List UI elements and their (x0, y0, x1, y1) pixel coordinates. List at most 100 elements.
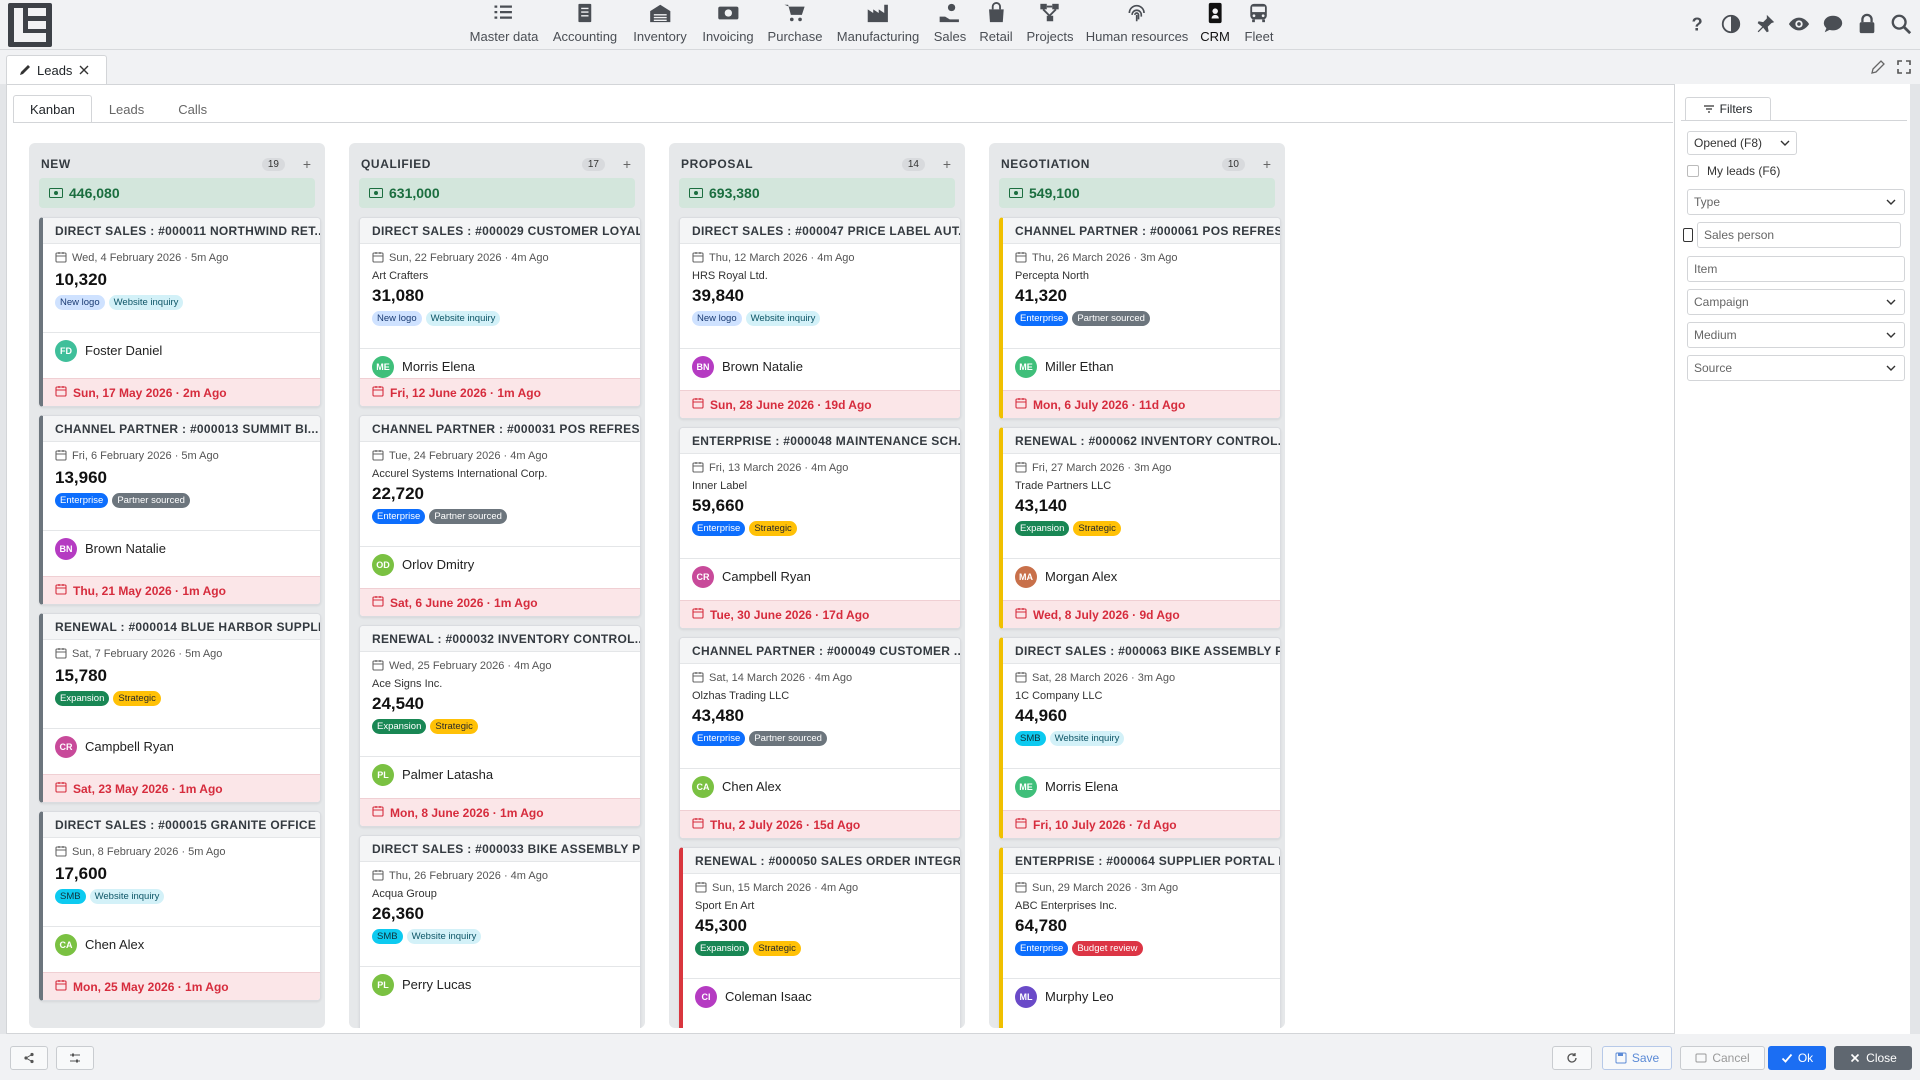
owner-name: Foster Daniel (85, 343, 163, 358)
card-title[interactable]: RENEWAL : #000032 INVENTORY CONTROL... (360, 626, 640, 652)
module-invoicing[interactable]: Invoicing (702, 2, 754, 44)
card-title[interactable]: RENEWAL : #000062 INVENTORY CONTROL... (1003, 428, 1280, 454)
help-icon[interactable]: ? (1686, 13, 1708, 35)
lead-card[interactable]: DIRECT SALES : #000033 BIKE ASSEMBLY PL.… (359, 835, 641, 1028)
card-title[interactable]: DIRECT SALES : #000047 PRICE LABEL AUT..… (680, 218, 960, 244)
module-purchase[interactable]: Purchase (768, 2, 822, 44)
my-leads-checkbox[interactable] (1687, 165, 1699, 177)
card-owner[interactable]: ME Miller Ethan (1003, 348, 1280, 384)
sales-person-input[interactable]: Sales person (1697, 222, 1901, 248)
card-title[interactable]: RENEWAL : #000050 SALES ORDER INTEGR... (683, 848, 960, 874)
card-title[interactable]: DIRECT SALES : #000033 BIKE ASSEMBLY PL.… (360, 836, 640, 862)
module-master-data[interactable]: Master data (470, 2, 538, 44)
card-title[interactable]: DIRECT SALES : #000011 NORTHWIND RET... (43, 218, 320, 244)
module-projects[interactable]: Projects (1027, 2, 1073, 44)
add-card-button[interactable]: + (1261, 156, 1273, 172)
card-owner[interactable]: FD Foster Daniel (43, 332, 320, 368)
card-title[interactable]: ENTERPRISE : #000048 MAINTENANCE SCH... (680, 428, 960, 454)
save-button[interactable]: Save (1602, 1046, 1672, 1070)
campaign-select[interactable]: Campaign (1687, 289, 1905, 315)
share-button[interactable] (10, 1046, 48, 1070)
lock-icon[interactable] (1856, 13, 1878, 35)
lead-card[interactable]: RENEWAL : #000032 INVENTORY CONTROL... We… (359, 625, 641, 827)
lead-card[interactable]: RENEWAL : #000050 SALES ORDER INTEGR... S… (679, 847, 961, 1028)
column-total: 549,100 (999, 178, 1275, 208)
lead-card[interactable]: CHANNEL PARTNER : #000013 SUMMIT BI... Fr… (39, 415, 321, 605)
add-card-button[interactable]: + (301, 156, 313, 172)
card-title[interactable]: RENEWAL : #000014 BLUE HARBOR SUPPLI... (43, 614, 320, 640)
opened-filter-select[interactable]: Opened (F8) (1687, 131, 1797, 155)
doc-tab-leads[interactable]: Leads (6, 55, 107, 84)
close-button[interactable]: Close (1834, 1046, 1912, 1070)
close-icon[interactable] (78, 64, 90, 76)
settings-button[interactable] (56, 1046, 94, 1070)
lead-card[interactable]: DIRECT SALES : #000015 GRANITE OFFICE ..… (39, 811, 321, 1001)
module-crm[interactable]: CRM (1200, 2, 1230, 44)
card-owner[interactable]: PL Perry Lucas (360, 966, 640, 1002)
my-leads-filter[interactable]: My leads (F6) (1687, 164, 1780, 178)
eye-icon[interactable] (1788, 13, 1810, 35)
chevron-down-icon (1886, 365, 1896, 371)
module-retail[interactable]: Retail (979, 2, 1013, 44)
module-human-resources[interactable]: Human resources (1086, 2, 1188, 44)
medium-select[interactable]: Medium (1687, 322, 1905, 348)
card-title[interactable]: DIRECT SALES : #000015 GRANITE OFFICE ..… (43, 812, 320, 838)
edit-icon[interactable] (1870, 59, 1886, 75)
card-title[interactable]: CHANNEL PARTNER : #000061 POS REFRESH (1003, 218, 1280, 244)
lead-card[interactable]: RENEWAL : #000014 BLUE HARBOR SUPPLI... S… (39, 613, 321, 803)
lead-card[interactable]: DIRECT SALES : #000011 NORTHWIND RET... W… (39, 217, 321, 407)
add-card-button[interactable]: + (621, 156, 633, 172)
card-owner[interactable]: CR Campbell Ryan (43, 728, 320, 764)
tab-kanban[interactable]: Kanban (13, 95, 92, 123)
card-owner[interactable]: MA Morgan Alex (1003, 558, 1280, 594)
lead-card[interactable]: RENEWAL : #000062 INVENTORY CONTROL... Fr… (999, 427, 1281, 629)
lead-card[interactable]: ENTERPRISE : #000048 MAINTENANCE SCH... F… (679, 427, 961, 629)
due-date-text: Mon, 6 July 2026 · 11d Ago (1033, 397, 1186, 412)
module-inventory[interactable]: Inventory (633, 2, 687, 44)
add-card-button[interactable]: + (941, 156, 953, 172)
tab-calls[interactable]: Calls (161, 95, 224, 123)
card-owner[interactable]: ML Murphy Leo (1003, 978, 1280, 1014)
card-owner[interactable]: BN Brown Natalie (680, 348, 960, 384)
tab-leads[interactable]: Leads (92, 95, 161, 123)
card-owner[interactable]: OD Orlov Dmitry (360, 546, 640, 582)
money-icon (717, 6, 739, 20)
card-title[interactable]: DIRECT SALES : #000029 CUSTOMER LOYAL... (360, 218, 640, 244)
source-select[interactable]: Source (1687, 355, 1905, 381)
card-title[interactable]: CHANNEL PARTNER : #000031 POS REFRESH (360, 416, 640, 442)
contrast-icon[interactable] (1720, 13, 1742, 35)
fullscreen-icon[interactable] (1896, 59, 1912, 75)
search-icon[interactable] (1890, 13, 1912, 35)
refresh-button[interactable] (1552, 1046, 1592, 1070)
card-owner[interactable]: CA Chen Alex (43, 926, 320, 962)
lead-card[interactable]: DIRECT SALES : #000047 PRICE LABEL AUT..… (679, 217, 961, 419)
card-owner[interactable]: PL Palmer Latasha (360, 756, 640, 792)
ok-button[interactable]: Ok (1768, 1046, 1826, 1070)
tab-filters[interactable]: Filters (1685, 97, 1771, 121)
lead-card[interactable]: CHANNEL PARTNER : #000061 POS REFRESH Thu… (999, 217, 1281, 419)
item-input[interactable]: Item (1687, 256, 1905, 282)
card-title[interactable]: CHANNEL PARTNER : #000049 CUSTOMER ... (680, 638, 960, 664)
card-title[interactable]: CHANNEL PARTNER : #000013 SUMMIT BI... (43, 416, 320, 442)
module-sales[interactable]: Sales (934, 2, 966, 44)
card-owner[interactable]: CA Chen Alex (680, 768, 960, 804)
card-title[interactable]: ENTERPRISE : #000064 SUPPLIER PORTAL R..… (1003, 848, 1280, 874)
lead-card[interactable]: DIRECT SALES : #000029 CUSTOMER LOYAL...… (359, 217, 641, 407)
lead-card[interactable]: ENTERPRISE : #000064 SUPPLIER PORTAL R..… (999, 847, 1281, 1028)
module-accounting[interactable]: Accounting (553, 2, 617, 44)
card-owner[interactable]: CR Campbell Ryan (680, 558, 960, 594)
lead-card[interactable]: DIRECT SALES : #000063 BIKE ASSEMBLY P..… (999, 637, 1281, 839)
module-fleet[interactable]: Fleet (1245, 2, 1273, 44)
card-title[interactable]: DIRECT SALES : #000063 BIKE ASSEMBLY P..… (1003, 638, 1280, 664)
share-icon (24, 1052, 34, 1064)
module-manufacturing[interactable]: Manufacturing (837, 2, 919, 44)
card-owner[interactable]: BN Brown Natalie (43, 530, 320, 566)
card-owner[interactable]: ME Morris Elena (1003, 768, 1280, 804)
lead-card[interactable]: CHANNEL PARTNER : #000049 CUSTOMER ... Sa… (679, 637, 961, 839)
card-owner[interactable]: CI Coleman Isaac (683, 978, 960, 1014)
chat-icon[interactable] (1822, 13, 1844, 35)
lead-card[interactable]: CHANNEL PARTNER : #000031 POS REFRESH Tue… (359, 415, 641, 617)
type-select[interactable]: Type (1687, 189, 1905, 215)
cancel-button[interactable]: Cancel (1680, 1046, 1765, 1070)
pin-icon[interactable] (1754, 13, 1776, 35)
